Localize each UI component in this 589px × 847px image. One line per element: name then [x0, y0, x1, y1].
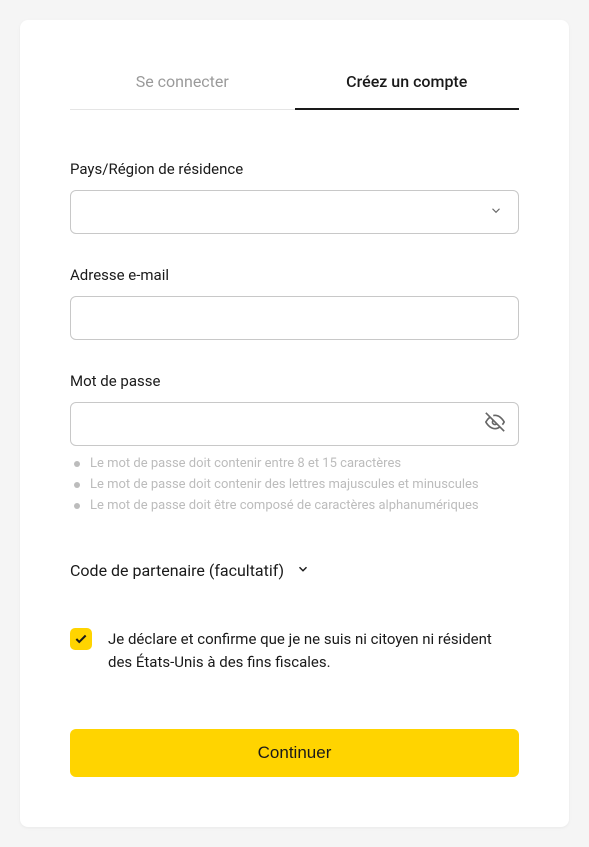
- hint-text: Le mot de passe doit contenir des lettre…: [90, 477, 479, 492]
- declaration-text: Je déclare et confirme que je ne suis ni…: [108, 628, 519, 673]
- password-hint: Le mot de passe doit contenir des lettre…: [74, 477, 519, 492]
- password-hint: Le mot de passe doit contenir entre 8 et…: [74, 456, 519, 471]
- chevron-down-icon: [296, 561, 310, 580]
- country-select[interactable]: [70, 190, 519, 234]
- partner-code-label: Code de partenaire (facultatif): [70, 561, 284, 580]
- hint-dot-icon: [74, 503, 80, 509]
- declaration-row: Je déclare et confirme que je ne suis ni…: [70, 628, 519, 673]
- password-hints: Le mot de passe doit contenir entre 8 et…: [70, 456, 519, 513]
- hint-dot-icon: [74, 461, 80, 467]
- tab-login[interactable]: Se connecter: [70, 60, 295, 109]
- signup-card: Se connecter Créez un compte Pays/Région…: [20, 20, 569, 827]
- password-field-group: Mot de passe Le mot de passe doit conten…: [70, 372, 519, 513]
- partner-code-toggle[interactable]: Code de partenaire (facultatif): [70, 561, 519, 580]
- email-input[interactable]: [70, 296, 519, 340]
- email-field-group: Adresse e-mail: [70, 266, 519, 340]
- tabs: Se connecter Créez un compte: [70, 60, 519, 110]
- hint-text: Le mot de passe doit être composé de car…: [90, 498, 479, 513]
- password-input-wrapper: [70, 402, 519, 446]
- email-label: Adresse e-mail: [70, 266, 519, 284]
- hint-text: Le mot de passe doit contenir entre 8 et…: [90, 456, 401, 471]
- hint-dot-icon: [74, 482, 80, 488]
- country-label: Pays/Région de résidence: [70, 160, 519, 178]
- password-hint: Le mot de passe doit être composé de car…: [74, 498, 519, 513]
- password-label: Mot de passe: [70, 372, 519, 390]
- country-field-group: Pays/Région de résidence: [70, 160, 519, 234]
- password-input[interactable]: [70, 402, 519, 446]
- declaration-checkbox[interactable]: [70, 628, 92, 650]
- country-input-wrapper: [70, 190, 519, 234]
- eye-off-icon[interactable]: [485, 412, 505, 436]
- continue-button[interactable]: Continuer: [70, 729, 519, 777]
- tab-signup[interactable]: Créez un compte: [295, 60, 520, 109]
